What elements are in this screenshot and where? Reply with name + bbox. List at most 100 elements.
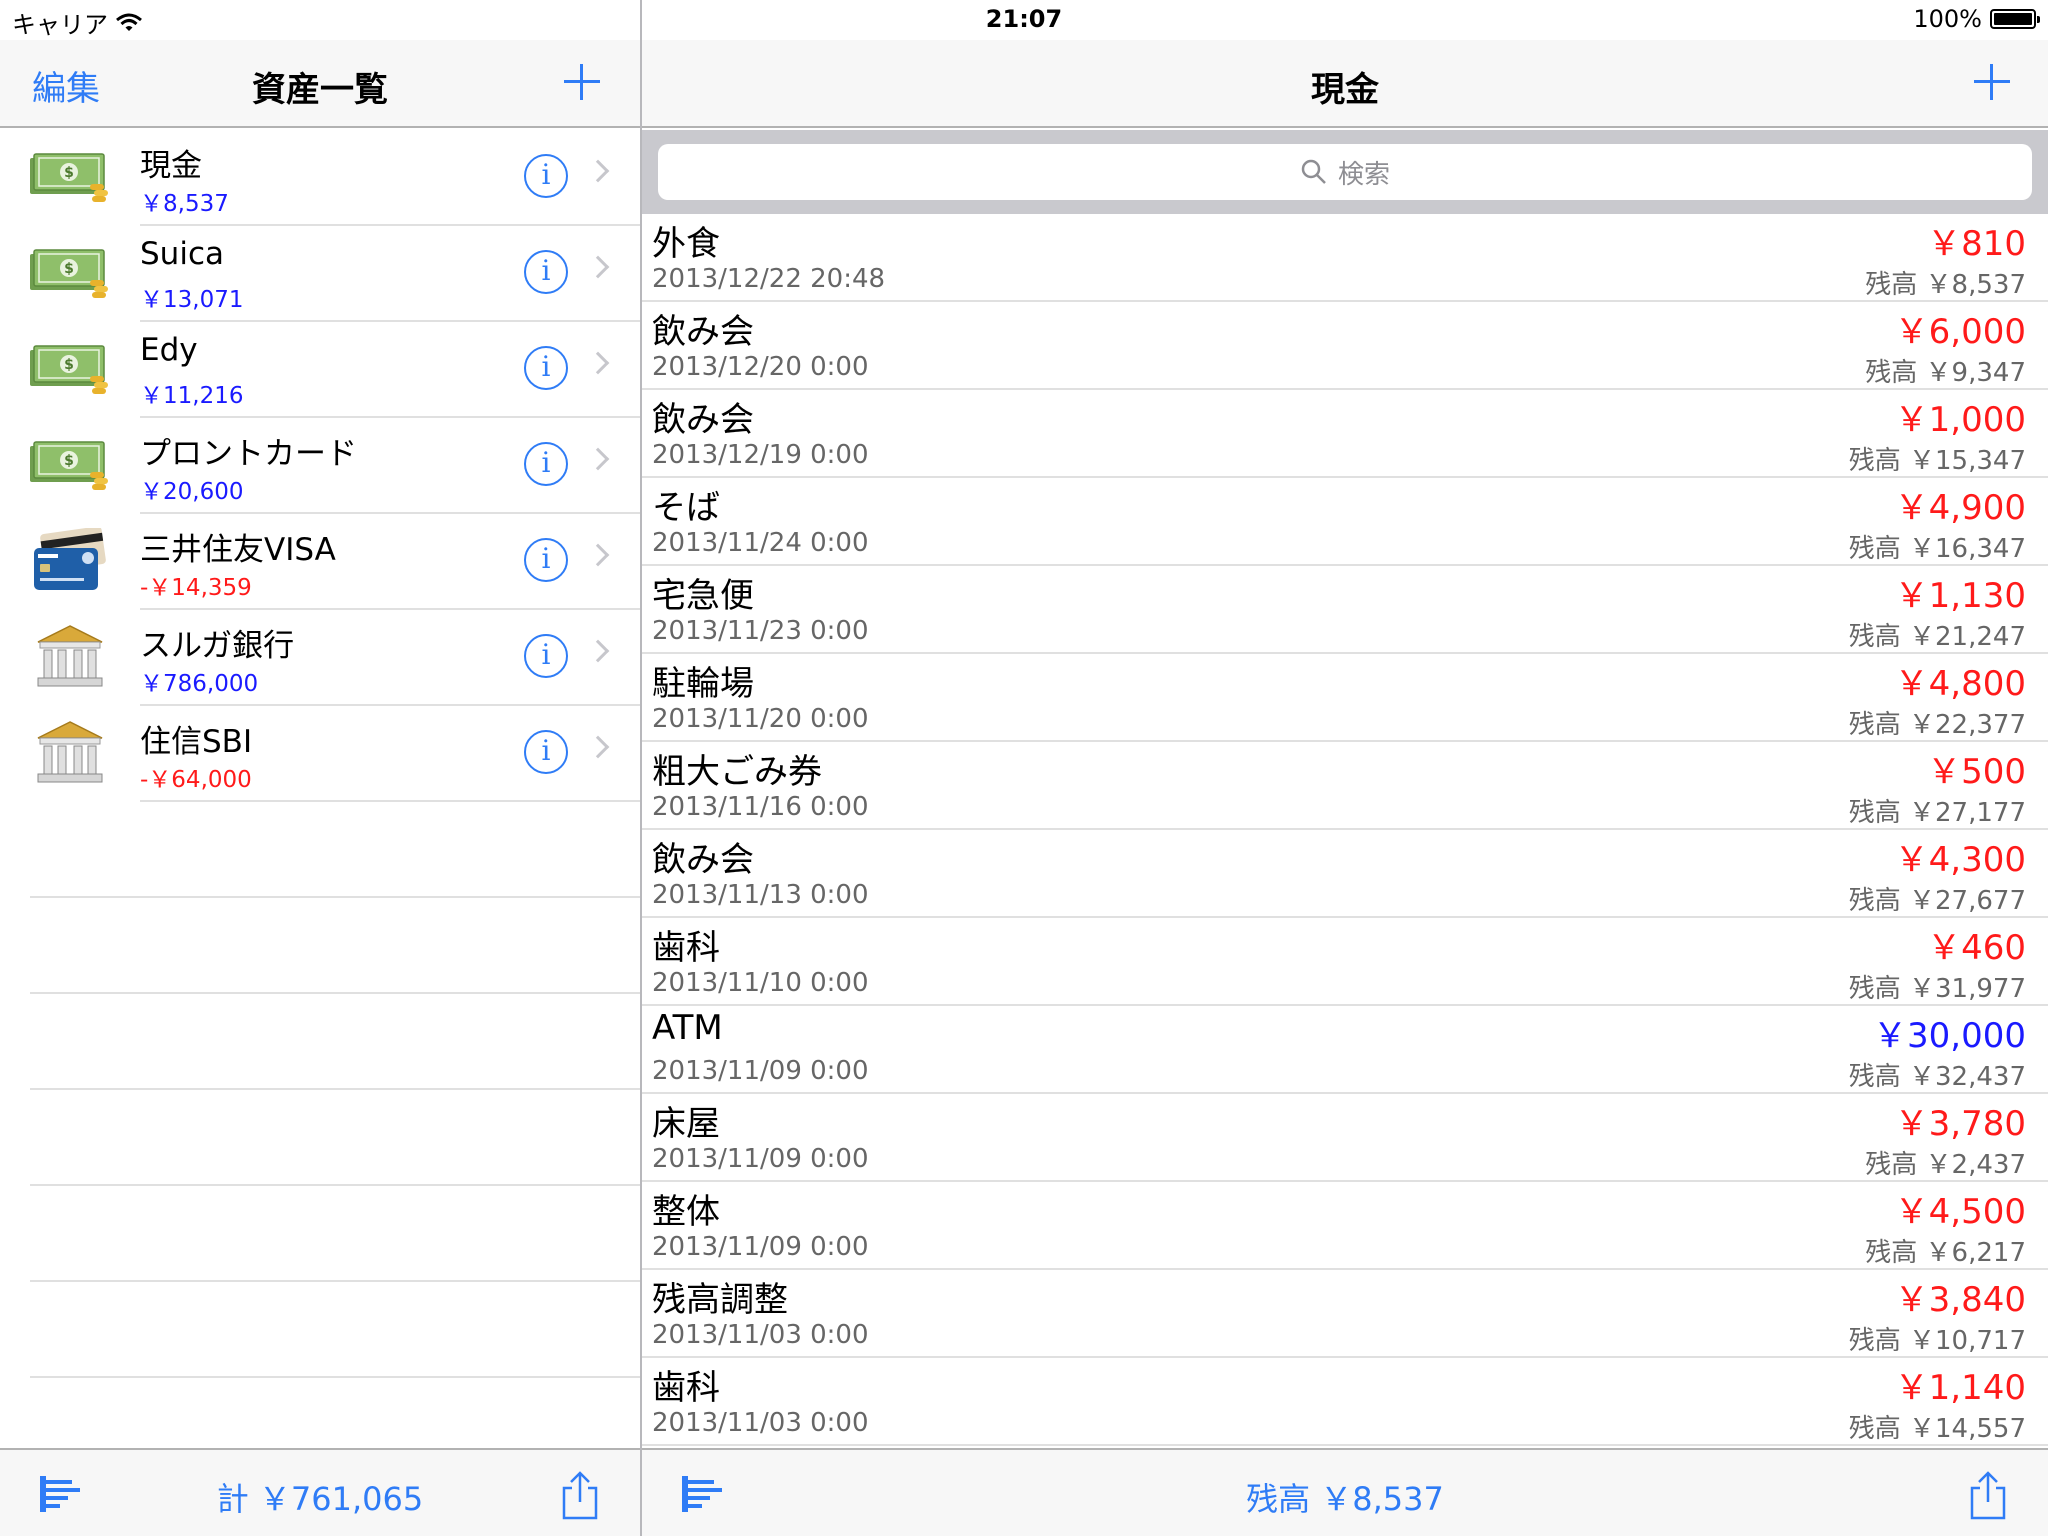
transaction-name: 駐輪場 (652, 664, 754, 704)
info-icon[interactable]: i (524, 346, 568, 390)
asset-amount: -￥14,359 (140, 575, 252, 601)
transaction-pane: 現金 検索 外食 2013/12/22 20:48 ￥810 残高 ￥8,537 飲み会… (642, 0, 2048, 1536)
transaction-name: 残高調整 (652, 1280, 788, 1320)
transaction-row[interactable]: 整体 2013/11/09 0:00 ￥4,500 残高 ￥6,217 (642, 1182, 2048, 1270)
transaction-amount: ￥1,130 (1894, 576, 2026, 616)
transaction-amount: ￥500 (1927, 752, 2026, 792)
clock: 21:07 (985, 5, 1063, 33)
battery-icon (1990, 9, 2040, 29)
chevron-right-icon (586, 255, 610, 279)
transaction-row[interactable]: 飲み会 2013/12/20 0:00 ￥6,000 残高 ￥9,347 (642, 302, 2048, 390)
asset-row[interactable]: $ Edy ￥11,216 i (0, 322, 640, 418)
page-title: 資産一覧 (252, 70, 388, 110)
asset-name: プロントカード (140, 436, 357, 472)
transaction-name: 歯科 (652, 928, 720, 968)
transaction-balance: 残高 ￥31,977 (1848, 974, 2026, 1004)
transaction-row[interactable]: そば 2013/11/24 0:00 ￥4,900 残高 ￥16,347 (642, 478, 2048, 566)
transaction-balance: 残高 ￥15,347 (1848, 446, 2026, 476)
chevron-right-icon (586, 735, 610, 759)
money-bills-icon: $ (30, 153, 108, 202)
transaction-name: 宅急便 (652, 576, 754, 616)
info-icon[interactable]: i (524, 154, 568, 198)
transaction-amount: ￥4,900 (1894, 488, 2026, 528)
search-bar: 検索 (642, 130, 2048, 214)
asset-row[interactable]: 住信SBI -￥64,000 i (0, 706, 640, 802)
transaction-date: 2013/12/19 0:00 (652, 440, 869, 470)
empty-row (0, 898, 640, 994)
transaction-name: 歯科 (652, 1368, 720, 1408)
transaction-balance: 残高 ￥22,377 (1848, 710, 2026, 740)
empty-row (0, 1090, 640, 1186)
transaction-row[interactable]: ATM 2013/11/09 0:00 ￥30,000 残高 ￥32,437 (642, 1006, 2048, 1094)
transaction-row[interactable]: 粗大ごみ券 2013/11/16 0:00 ￥500 残高 ￥27,177 (642, 742, 2048, 830)
search-placeholder: 検索 (1337, 159, 1390, 190)
chevron-right-icon (586, 543, 610, 567)
transaction-amount: ￥4,800 (1894, 664, 2026, 704)
transaction-amount: ￥810 (1927, 224, 2026, 264)
balance-amount: 残高 ￥8,537 (1246, 1480, 1444, 1518)
transaction-row[interactable]: 残高調整 2013/11/03 0:00 ￥3,840 残高 ￥10,717 (642, 1270, 2048, 1358)
asset-amount: ￥786,000 (140, 671, 259, 697)
add-asset-button[interactable] (560, 60, 604, 104)
share-icon[interactable] (1968, 1470, 2008, 1520)
search-icon (1301, 159, 1326, 184)
asset-name: 三井住友VISA (140, 532, 336, 568)
transaction-amount: ￥3,840 (1894, 1280, 2026, 1320)
credit-card-icon (34, 528, 106, 590)
bank-building-icon (37, 625, 103, 687)
transaction-amount: ￥3,780 (1894, 1104, 2026, 1144)
transaction-date: 2013/11/10 0:00 (652, 968, 869, 998)
transaction-balance: 残高 ￥9,347 (1865, 358, 2026, 388)
money-bills-icon: $ (30, 441, 108, 490)
transaction-amount: ￥460 (1927, 928, 2026, 968)
asset-row[interactable]: スルガ銀行 ￥786,000 i (0, 610, 640, 706)
transaction-amount: ￥4,300 (1894, 840, 2026, 880)
search-input[interactable]: 検索 (658, 144, 2032, 200)
info-icon[interactable]: i (524, 442, 568, 486)
transaction-row[interactable]: 飲み会 2013/12/19 0:00 ￥1,000 残高 ￥15,347 (642, 390, 2048, 478)
transaction-date: 2013/12/22 20:48 (652, 264, 886, 294)
asset-row[interactable]: 三井住友VISA -￥14,359 i (0, 514, 640, 610)
asset-name: 住信SBI (140, 724, 253, 760)
left-toolbar: 計 ￥761,065 (0, 1448, 640, 1536)
transaction-row[interactable]: 歯科 2013/11/10 0:00 ￥460 残高 ￥31,977 (642, 918, 2048, 1006)
share-icon[interactable] (560, 1470, 600, 1520)
money-bills-icon: $ (30, 345, 108, 394)
transaction-name: 飲み会 (652, 312, 754, 352)
transaction-name: 飲み会 (652, 840, 754, 880)
transaction-row[interactable]: 床屋 2013/11/09 0:00 ￥3,780 残高 ￥2,437 (642, 1094, 2048, 1182)
transaction-balance: 残高 ￥8,537 (1865, 270, 2026, 300)
transaction-row[interactable]: 飲み会 2013/11/13 0:00 ￥4,300 残高 ￥27,677 (642, 830, 2048, 918)
status-bar: キャリア 21:07 100% (0, 0, 2048, 40)
transaction-row[interactable]: 駐輪場 2013/11/20 0:00 ￥4,800 残高 ￥22,377 (642, 654, 2048, 742)
info-icon[interactable]: i (524, 250, 568, 294)
asset-name: 現金 (140, 148, 202, 184)
transaction-date: 2013/11/09 0:00 (652, 1232, 869, 1262)
svg-text:$: $ (64, 165, 74, 181)
svg-text:$: $ (64, 261, 74, 277)
transaction-amount: ￥6,000 (1894, 312, 2026, 352)
transaction-balance: 残高 ￥6,217 (1865, 1238, 2026, 1268)
asset-row[interactable]: $ 現金 ￥8,537 i (0, 130, 640, 226)
row-separator (30, 1376, 640, 1378)
asset-amount: -￥64,000 (140, 767, 252, 793)
asset-row[interactable]: $ プロントカード ￥20,600 i (0, 418, 640, 514)
asset-row[interactable]: $ Suica ￥13,071 i (0, 226, 640, 322)
info-icon[interactable]: i (524, 730, 568, 774)
info-icon[interactable]: i (524, 538, 568, 582)
info-icon[interactable]: i (524, 634, 568, 678)
transaction-date: 2013/11/13 0:00 (652, 880, 869, 910)
add-transaction-button[interactable] (1970, 60, 2014, 104)
transaction-row[interactable]: 宅急便 2013/11/23 0:00 ￥1,130 残高 ￥21,247 (642, 566, 2048, 654)
account-title: 現金 (1311, 70, 1379, 110)
left-navbar: 編集 資産一覧 (0, 40, 640, 128)
transaction-date: 2013/11/09 0:00 (652, 1056, 869, 1086)
asset-amount: ￥13,071 (140, 287, 244, 313)
total-amount: 計 ￥761,065 (216, 1480, 424, 1518)
transaction-row[interactable]: 外食 2013/12/22 20:48 ￥810 残高 ￥8,537 (642, 214, 2048, 302)
transaction-date: 2013/11/24 0:00 (652, 528, 869, 558)
chevron-right-icon (586, 639, 610, 663)
battery-percent: 100% (1913, 5, 1982, 33)
transaction-name: そば (652, 488, 720, 528)
transaction-row[interactable]: 歯科 2013/11/03 0:00 ￥1,140 残高 ￥14,557 (642, 1358, 2048, 1446)
